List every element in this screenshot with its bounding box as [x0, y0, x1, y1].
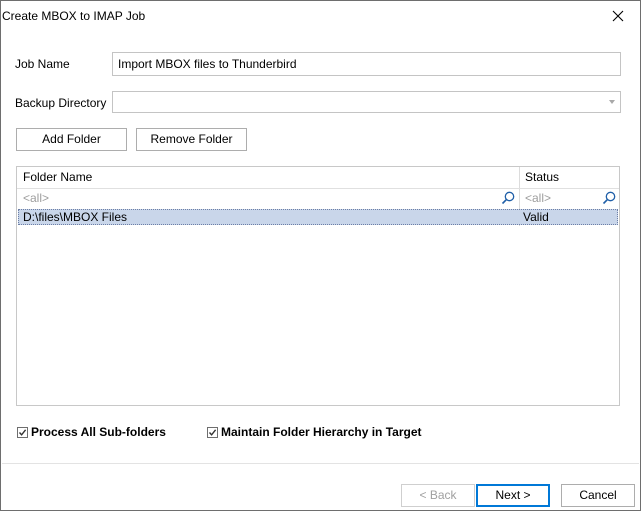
backup-directory-label: Backup Directory — [15, 96, 107, 110]
window-title: Create MBOX to IMAP Job — [2, 9, 146, 23]
column-header-folder-name[interactable]: Folder Name — [17, 167, 519, 188]
backup-directory-combo[interactable] — [112, 91, 621, 113]
filter-folder-name[interactable]: <all> — [17, 188, 519, 206]
remove-folder-button[interactable]: Remove Folder — [136, 128, 247, 151]
process-subfolders-checkbox[interactable] — [17, 427, 28, 438]
filter-placeholder-status: <all> — [525, 191, 552, 205]
checkmark-icon — [208, 429, 217, 436]
job-name-label: Job Name — [15, 57, 70, 71]
checkmark-icon — [18, 429, 27, 436]
job-name-input[interactable]: Import MBOX files to Thunderbird — [112, 52, 621, 76]
title-bar: Create MBOX to IMAP Job — [1, 1, 640, 31]
search-icon[interactable] — [501, 191, 515, 205]
close-icon — [612, 10, 623, 22]
chevron-down-icon[interactable] — [609, 100, 615, 104]
process-subfolders-label[interactable]: Process All Sub-folders — [31, 425, 166, 439]
maintain-hierarchy-label[interactable]: Maintain Folder Hierarchy in Target — [221, 425, 421, 439]
search-icon[interactable] — [602, 191, 616, 205]
cancel-button[interactable]: Cancel — [561, 484, 635, 507]
maintain-hierarchy-checkbox[interactable] — [207, 427, 218, 438]
folder-grid: Folder Name Status <all> <all> D:\files\… — [16, 166, 620, 406]
add-folder-button[interactable]: Add Folder — [16, 128, 127, 151]
filter-placeholder-folder: <all> — [23, 191, 50, 205]
cell-folder-name: D:\files\MBOX Files — [23, 210, 128, 224]
column-header-status[interactable]: Status — [519, 167, 619, 188]
filter-status[interactable]: <all> — [519, 188, 619, 206]
job-name-value: Import MBOX files to Thunderbird — [118, 57, 297, 71]
back-button[interactable]: < Back — [401, 484, 475, 507]
close-button[interactable] — [595, 1, 640, 31]
footer-divider — [2, 463, 639, 464]
cell-status: Valid — [523, 210, 549, 224]
table-row[interactable]: D:\files\MBOX Files Valid — [18, 209, 618, 225]
next-button[interactable]: Next > — [476, 484, 550, 507]
dialog-window: Create MBOX to IMAP Job Job Name Import … — [0, 0, 641, 511]
